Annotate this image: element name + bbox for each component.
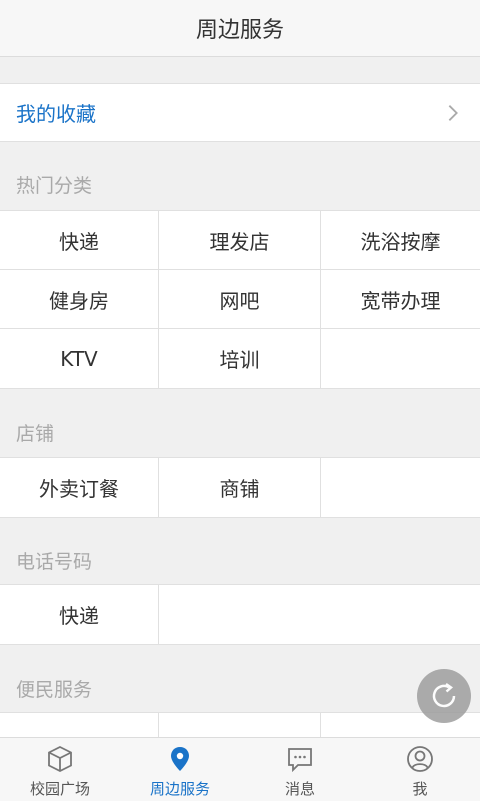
bottom-tab-bar: 校园广场 周边服务 消息 我 <box>0 737 480 801</box>
cube-icon <box>48 745 72 773</box>
grid-cell[interactable] <box>0 713 159 737</box>
refresh-icon <box>432 682 456 708</box>
section-title-hot: 热门分类 <box>16 175 93 197</box>
message-icon <box>288 748 312 773</box>
hot-category-grid: 快递 理发店 洗浴按摩 健身房 网吧 宽带办理 KTV 培训 <box>0 210 480 389</box>
section-title-shops: 店铺 <box>16 423 55 445</box>
location-pin-icon <box>171 747 189 771</box>
chevron-right-icon <box>448 104 458 121</box>
grid-cell[interactable]: KTV <box>0 329 159 388</box>
grid-cell-empty <box>321 458 480 517</box>
user-icon <box>407 746 433 772</box>
grid-cell[interactable]: 商铺 <box>159 458 321 517</box>
tab-label: 消息 <box>284 780 315 798</box>
shops-grid: 外卖订餐 商铺 <box>0 457 480 518</box>
tab-nearby-services[interactable]: 周边服务 <box>120 738 240 801</box>
tab-label: 周边服务 <box>149 780 210 798</box>
my-favorites-row[interactable]: 我的收藏 <box>0 83 480 142</box>
grid-cell[interactable]: 理发店 <box>159 211 321 270</box>
tab-me[interactable]: 我 <box>360 738 480 801</box>
grid-cell[interactable]: 培训 <box>159 329 321 388</box>
grid-cell[interactable]: 快递 <box>0 211 159 270</box>
convenience-grid <box>0 712 480 737</box>
grid-cell[interactable]: 快递 <box>0 585 159 644</box>
grid-cell[interactable]: 洗浴按摩 <box>321 211 480 270</box>
grid-cell[interactable]: 宽带办理 <box>321 270 480 329</box>
grid-cell[interactable]: 健身房 <box>0 270 159 329</box>
content-area[interactable]: 我的收藏 热门分类 快递 理发店 洗浴按摩 健身房 网吧 宽带办理 KTV 培训… <box>0 57 480 737</box>
top-bar: 周边服务 <box>0 0 480 57</box>
my-favorites-label: 我的收藏 <box>16 102 96 126</box>
grid-cell[interactable]: 外卖订餐 <box>0 458 159 517</box>
grid-cell[interactable] <box>159 713 321 737</box>
refresh-button[interactable] <box>417 669 471 723</box>
page-title: 周边服务 <box>195 18 284 43</box>
tab-messages[interactable]: 消息 <box>240 738 360 801</box>
section-title-convenience: 便民服务 <box>16 679 93 701</box>
grid-cell-empty <box>321 329 480 388</box>
tab-label: 我 <box>412 780 428 798</box>
phone-grid: 快递 <box>0 584 480 645</box>
tab-campus-square[interactable]: 校园广场 <box>0 738 120 801</box>
section-title-phone: 电话号码 <box>16 551 93 573</box>
grid-cell-empty <box>159 585 480 644</box>
tab-label: 校园广场 <box>29 780 90 798</box>
grid-cell[interactable]: 网吧 <box>159 270 321 329</box>
